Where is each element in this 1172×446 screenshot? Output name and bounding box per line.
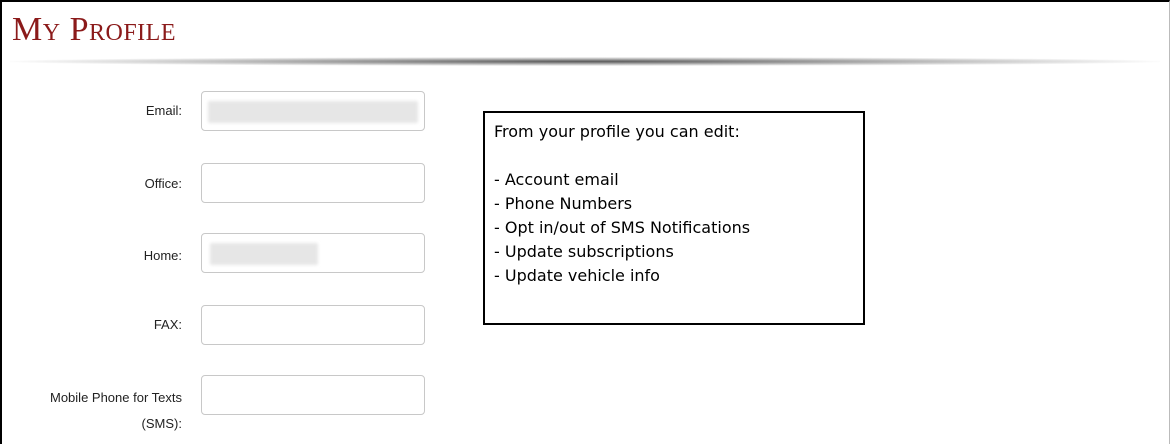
list-item: Update subscriptions — [494, 240, 854, 264]
title-divider — [10, 57, 1160, 66]
list-item: Update vehicle info — [494, 264, 854, 288]
redacted-value — [210, 243, 318, 265]
mobile-label-line1: Mobile Phone for Texts — [50, 390, 182, 405]
mobile-sms-field[interactable] — [201, 375, 425, 415]
fax-field[interactable] — [201, 305, 425, 345]
email-label: Email: — [145, 103, 182, 118]
redacted-value — [208, 101, 418, 123]
list-item: Phone Numbers — [494, 192, 854, 216]
home-label: Home: — [143, 248, 182, 263]
fax-label: FAX: — [153, 317, 182, 332]
office-phone-field[interactable] — [201, 163, 425, 203]
callout-list: Account email Phone Numbers Opt in/out o… — [494, 168, 854, 288]
profile-info-callout: From your profile you can edit: Account … — [483, 111, 865, 325]
home-phone-field[interactable] — [201, 233, 425, 273]
list-item: Account email — [494, 168, 854, 192]
mobile-label-line2: (SMS): — [141, 416, 182, 431]
email-field[interactable] — [201, 91, 425, 131]
list-item: Opt in/out of SMS Notifications — [494, 216, 854, 240]
mobile-label: Mobile Phone for Texts (SMS): — [50, 385, 182, 437]
page-title: My Profile — [12, 11, 176, 48]
office-label: Office: — [144, 176, 182, 191]
callout-heading: From your profile you can edit: — [494, 122, 740, 141]
